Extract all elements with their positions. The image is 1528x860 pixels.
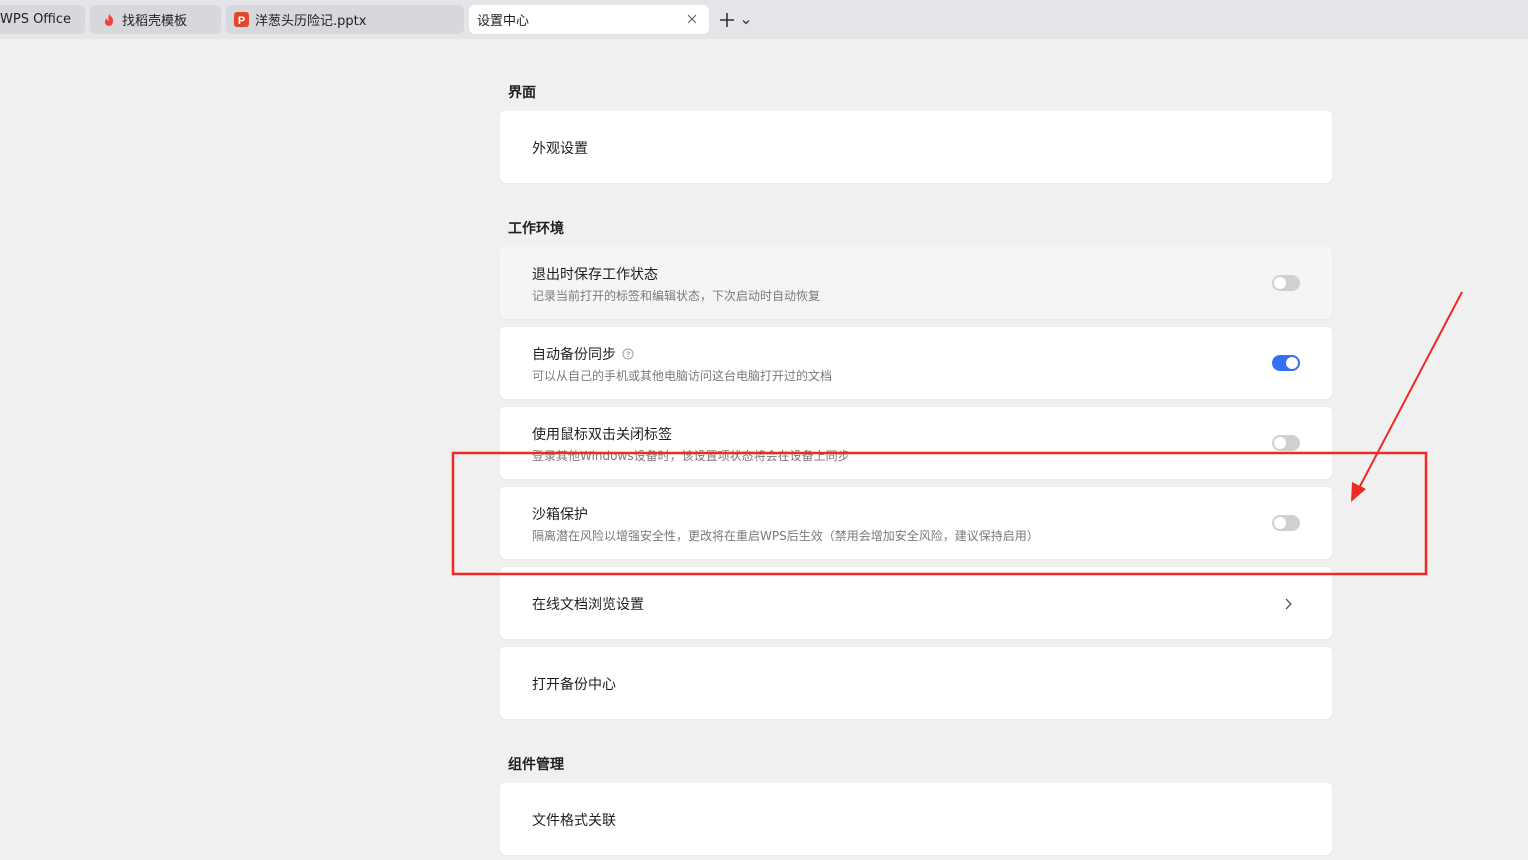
- item-title: 在线文档浏览设置: [532, 597, 644, 613]
- file-format-association-item[interactable]: 文件格式关联: [500, 783, 1332, 855]
- svg-text:P: P: [238, 15, 245, 27]
- item-title: 外观设置: [532, 141, 588, 157]
- chevron-down-icon[interactable]: [740, 13, 752, 25]
- auto-backup-sync-toggle[interactable]: [1272, 355, 1300, 371]
- online-doc-browse-settings-item[interactable]: 在线文档浏览设置: [500, 567, 1332, 639]
- question-circle-icon[interactable]: [622, 348, 634, 360]
- double-click-close-tab-toggle[interactable]: [1272, 435, 1300, 451]
- chevron-right-icon: [1282, 596, 1294, 610]
- item-description: 隔离潜在风险以增强安全性，更改将在重启WPS后生效（禁用会增加安全风险，建议保持…: [532, 529, 1039, 543]
- appearance-settings-item[interactable]: 外观设置: [500, 111, 1332, 183]
- save-work-state-toggle[interactable]: [1272, 275, 1300, 291]
- tab-label: 找稻壳模板: [122, 14, 188, 29]
- section-title-work-env: 工作环境: [508, 221, 564, 237]
- close-icon[interactable]: [685, 12, 699, 26]
- tab-label: 设置中心: [477, 14, 530, 29]
- item-title: 退出时保存工作状态: [532, 267, 658, 283]
- item-description: 记录当前打开的标签和编辑状态，下次启动时自动恢复: [532, 289, 821, 303]
- item-title-row: 自动备份同步: [532, 344, 634, 364]
- item-description: 登录其他Windows设备时，该设置项状态将会在设备上同步: [532, 449, 850, 463]
- sandbox-protection-item: 沙箱保护 隔离潜在风险以增强安全性，更改将在重启WPS后生效（禁用会增加安全风险…: [500, 487, 1332, 559]
- tab-bar: WPS Office 找稻壳模板 P 洋葱头历险记.pptx 设置中心: [0, 0, 1528, 39]
- item-title: 使用鼠标双击关闭标签: [532, 427, 672, 443]
- item-title: 自动备份同步: [532, 347, 616, 363]
- docer-flame-icon: [102, 13, 116, 27]
- auto-backup-sync-item: 自动备份同步 可以从自己的手机或其他电脑访问这台电脑打开过的文档: [500, 327, 1332, 399]
- tab-wps-office[interactable]: WPS Office: [0, 5, 85, 34]
- item-title: 沙箱保护: [532, 507, 588, 523]
- item-title: 文件格式关联: [532, 813, 616, 829]
- open-backup-center-item[interactable]: 打开备份中心: [500, 647, 1332, 719]
- section-title-components: 组件管理: [508, 757, 564, 773]
- item-title: 打开备份中心: [532, 677, 616, 693]
- tab-docer-templates[interactable]: 找稻壳模板: [90, 5, 221, 34]
- double-click-close-tab-item: 使用鼠标双击关闭标签 登录其他Windows设备时，该设置项状态将会在设备上同步: [500, 407, 1332, 479]
- tab-settings-center[interactable]: 设置中心: [469, 5, 709, 34]
- item-description: 可以从自己的手机或其他电脑访问这台电脑打开过的文档: [532, 369, 833, 383]
- plus-icon[interactable]: [716, 9, 738, 31]
- pptx-icon: P: [234, 12, 249, 27]
- tab-pptx-document[interactable]: P 洋葱头历险记.pptx: [226, 5, 464, 34]
- annotation-arrow-head: [1351, 482, 1366, 502]
- annotation-arrow-line: [1357, 291, 1463, 491]
- tab-label: WPS Office: [0, 12, 72, 27]
- section-title-interface: 界面: [508, 85, 536, 101]
- save-work-state-item: 退出时保存工作状态 记录当前打开的标签和编辑状态，下次启动时自动恢复: [500, 247, 1332, 319]
- sandbox-protection-toggle[interactable]: [1272, 515, 1300, 531]
- tab-label: 洋葱头历险记.pptx: [255, 14, 367, 29]
